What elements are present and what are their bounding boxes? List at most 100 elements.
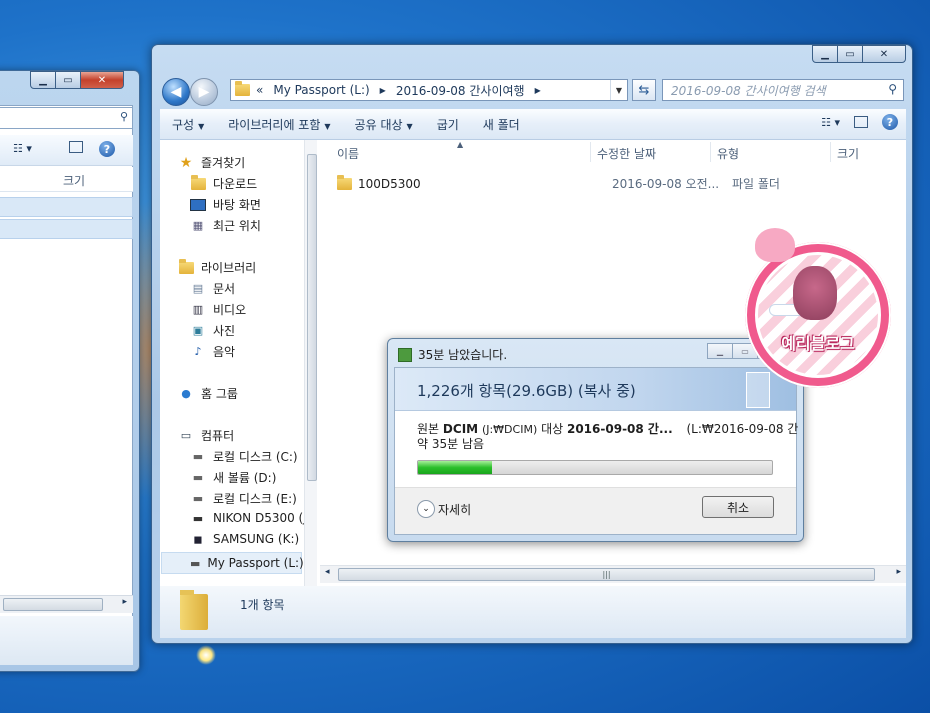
nav-downloads[interactable]: 다운로드 <box>190 174 257 192</box>
nav-pictures[interactable]: ▣ 사진 <box>190 322 235 339</box>
back-status-bar <box>0 616 133 665</box>
back-window-caption-buttons: ▁ ▭ ✕ <box>30 71 124 89</box>
back-selected-row[interactable] <box>0 197 133 217</box>
breadcrumb-separator-icon[interactable]: ▶ <box>535 86 541 95</box>
organize-button[interactable]: 구성 ▼ <box>160 116 216 133</box>
nav-label: 로컬 디스크 (E:) <box>213 492 297 506</box>
breadcrumb-drive[interactable]: My Passport (L:) <box>273 83 369 97</box>
nav-videos[interactable]: ▥ 비디오 <box>190 301 246 318</box>
back-selected-row[interactable] <box>0 219 133 239</box>
column-type[interactable]: 유형 <box>717 145 739 162</box>
scroll-left-arrow[interactable]: ◂ <box>325 567 330 577</box>
help-icon[interactable]: ? <box>882 114 898 130</box>
navigation-bar: ◀ ▶ « My Passport (L:) ▶ 2016-09-08 간사이여… <box>160 77 906 107</box>
back-horizontal-scrollbar[interactable]: ▸ <box>0 595 133 613</box>
column-size[interactable]: 크기 <box>837 145 859 162</box>
breadcrumb-folder[interactable]: 2016-09-08 간사이여행 <box>396 82 525 99</box>
nav-drive-d[interactable]: ▬ 새 볼륨 (D:) <box>190 469 277 486</box>
nav-drive-j[interactable]: ▬ NIKON D5300 (J:) <box>190 511 304 525</box>
more-details-button[interactable]: ⌄ 자세히 <box>417 500 471 518</box>
preview-pane-icon[interactable] <box>69 141 83 153</box>
nav-desktop[interactable]: 바탕 화면 <box>190 196 261 213</box>
address-dropdown-icon[interactable]: ▼ <box>610 80 627 100</box>
dialog-content: 1,226개 항목(29.6GB) (복사 중) 원본 DCIM (J:₩DCI… <box>394 367 798 535</box>
share-with-button[interactable]: 공유 대상 ▼ <box>343 116 425 133</box>
new-folder-button[interactable]: 새 폴더 <box>471 116 532 133</box>
nav-homegroup[interactable]: ● 홈 그룹 <box>178 385 238 402</box>
file-row[interactable]: 100D5300 2016-09-08 오전... 파일 폴더 <box>337 174 780 192</box>
nav-libraries[interactable]: 라이브러리 <box>178 258 257 276</box>
nav-label: 라이브러리 <box>201 261 257 275</box>
minimize-button[interactable]: ▁ <box>30 71 56 89</box>
column-divider[interactable] <box>710 142 711 162</box>
maximize-button[interactable]: ▭ <box>837 45 863 63</box>
nav-documents[interactable]: ▤ 문서 <box>190 280 235 297</box>
music-icon: ♪ <box>194 345 202 358</box>
sort-indicator-icon: ▲ <box>457 140 464 149</box>
nav-drive-c[interactable]: ▬ 로컬 디스크 (C:) <box>190 448 298 465</box>
search-icon[interactable]: ⚲ <box>888 82 897 96</box>
column-divider[interactable] <box>590 142 591 162</box>
search-input[interactable]: 2016-09-08 간사이여행 검색 ⚲ <box>662 79 904 101</box>
forward-button[interactable]: ▶ <box>190 78 218 106</box>
nav-drive-k[interactable]: ◼ SAMSUNG (K:) <box>190 532 299 546</box>
preview-pane-icon[interactable] <box>854 116 868 128</box>
background-explorer-window[interactable]: ▁ ▭ ✕ ⚲ ☷ ▾ ? 크기 ▸ <box>0 70 140 672</box>
computer-icon: ▭ <box>180 429 192 442</box>
help-icon[interactable]: ? <box>99 141 115 157</box>
back-button[interactable]: ◀ <box>162 78 190 106</box>
refresh-button[interactable]: ⇆ <box>632 79 656 101</box>
star-icon: ★ <box>179 154 193 171</box>
nav-music[interactable]: ♪ 음악 <box>190 343 235 360</box>
chevron-down-icon: ▼ <box>198 121 205 131</box>
nav-recent[interactable]: ▦ 최근 위치 <box>190 217 261 234</box>
scroll-right-arrow[interactable]: ▸ <box>122 597 127 607</box>
back-search-input[interactable]: ⚲ <box>0 107 133 129</box>
burn-button[interactable]: 굽기 <box>425 116 471 133</box>
forward-arrow-icon: ▶ <box>198 84 210 100</box>
wallpaper-flower <box>196 645 216 665</box>
nav-drive-l[interactable]: ▬ My Passport (L:) <box>161 552 304 574</box>
view-options-icon[interactable]: ☷ ▾ <box>821 116 840 129</box>
maximize-button[interactable]: ▭ <box>55 71 81 89</box>
copy-progress-dialog[interactable]: 35분 남았습니다. ▁ ▭ ✕ 1,226개 항목(29.6GB) (복사 중… <box>387 338 804 542</box>
scrollbar-thumb[interactable] <box>3 598 103 611</box>
include-in-library-button[interactable]: 라이브러리에 포함 ▼ <box>216 116 342 133</box>
breadcrumb-overflow[interactable]: « <box>256 83 263 97</box>
scrollbar-thumb[interactable]: ||| <box>338 568 875 581</box>
picture-icon: ▣ <box>192 324 204 337</box>
dialog-header: 1,226개 항목(29.6GB) (복사 중) <box>395 368 796 411</box>
progress-fill <box>418 461 493 474</box>
column-modified[interactable]: 수정한 날짜 <box>597 145 656 162</box>
nav-favorites[interactable]: ★ 즐겨찾기 <box>178 154 245 171</box>
external-drive-icon: ▬ <box>190 556 201 570</box>
downloads-icon <box>190 174 206 191</box>
nav-label: 비디오 <box>213 303 247 317</box>
back-toolbar: ☷ ▾ ? <box>0 135 133 166</box>
nav-computer[interactable]: ▭ 컴퓨터 <box>178 427 234 444</box>
address-bar[interactable]: « My Passport (L:) ▶ 2016-09-08 간사이여행 ▶ … <box>230 79 628 101</box>
cancel-button[interactable]: 취소 <box>702 496 774 518</box>
minimize-button[interactable]: ▁ <box>812 45 838 63</box>
nav-label: My Passport (L:) <box>207 556 304 570</box>
command-bar: 구성 ▼ 라이브러리에 포함 ▼ 공유 대상 ▼ 굽기 새 폴더 ☷ ▾ ? <box>160 109 906 140</box>
scroll-right-arrow[interactable]: ▸ <box>896 567 901 577</box>
horizontal-scrollbar[interactable]: ◂ ||| ▸ <box>320 565 906 583</box>
close-button[interactable]: ✕ <box>862 45 906 63</box>
chevron-down-icon: ⌄ <box>417 500 435 518</box>
nav-label: 컴퓨터 <box>201 429 235 443</box>
column-name[interactable]: 이름 <box>337 145 359 162</box>
column-divider[interactable] <box>830 142 831 162</box>
view-options-icon[interactable]: ☷ ▾ <box>13 142 32 155</box>
navigation-pane-scrollbar[interactable] <box>304 140 317 586</box>
back-column-header: 크기 <box>0 167 133 192</box>
toolbar-right-group: ☷ ▾ ? <box>821 114 898 130</box>
library-icon <box>178 258 194 275</box>
desktop-icon <box>190 198 206 212</box>
minimize-button[interactable]: ▁ <box>707 343 733 359</box>
nav-drive-e[interactable]: ▬ 로컬 디스크 (E:) <box>190 490 297 507</box>
column-size[interactable]: 크기 <box>63 172 85 189</box>
scrollbar-thumb[interactable] <box>307 154 317 481</box>
close-button[interactable]: ✕ <box>80 71 124 89</box>
breadcrumb-separator-icon[interactable]: ▶ <box>380 86 386 95</box>
